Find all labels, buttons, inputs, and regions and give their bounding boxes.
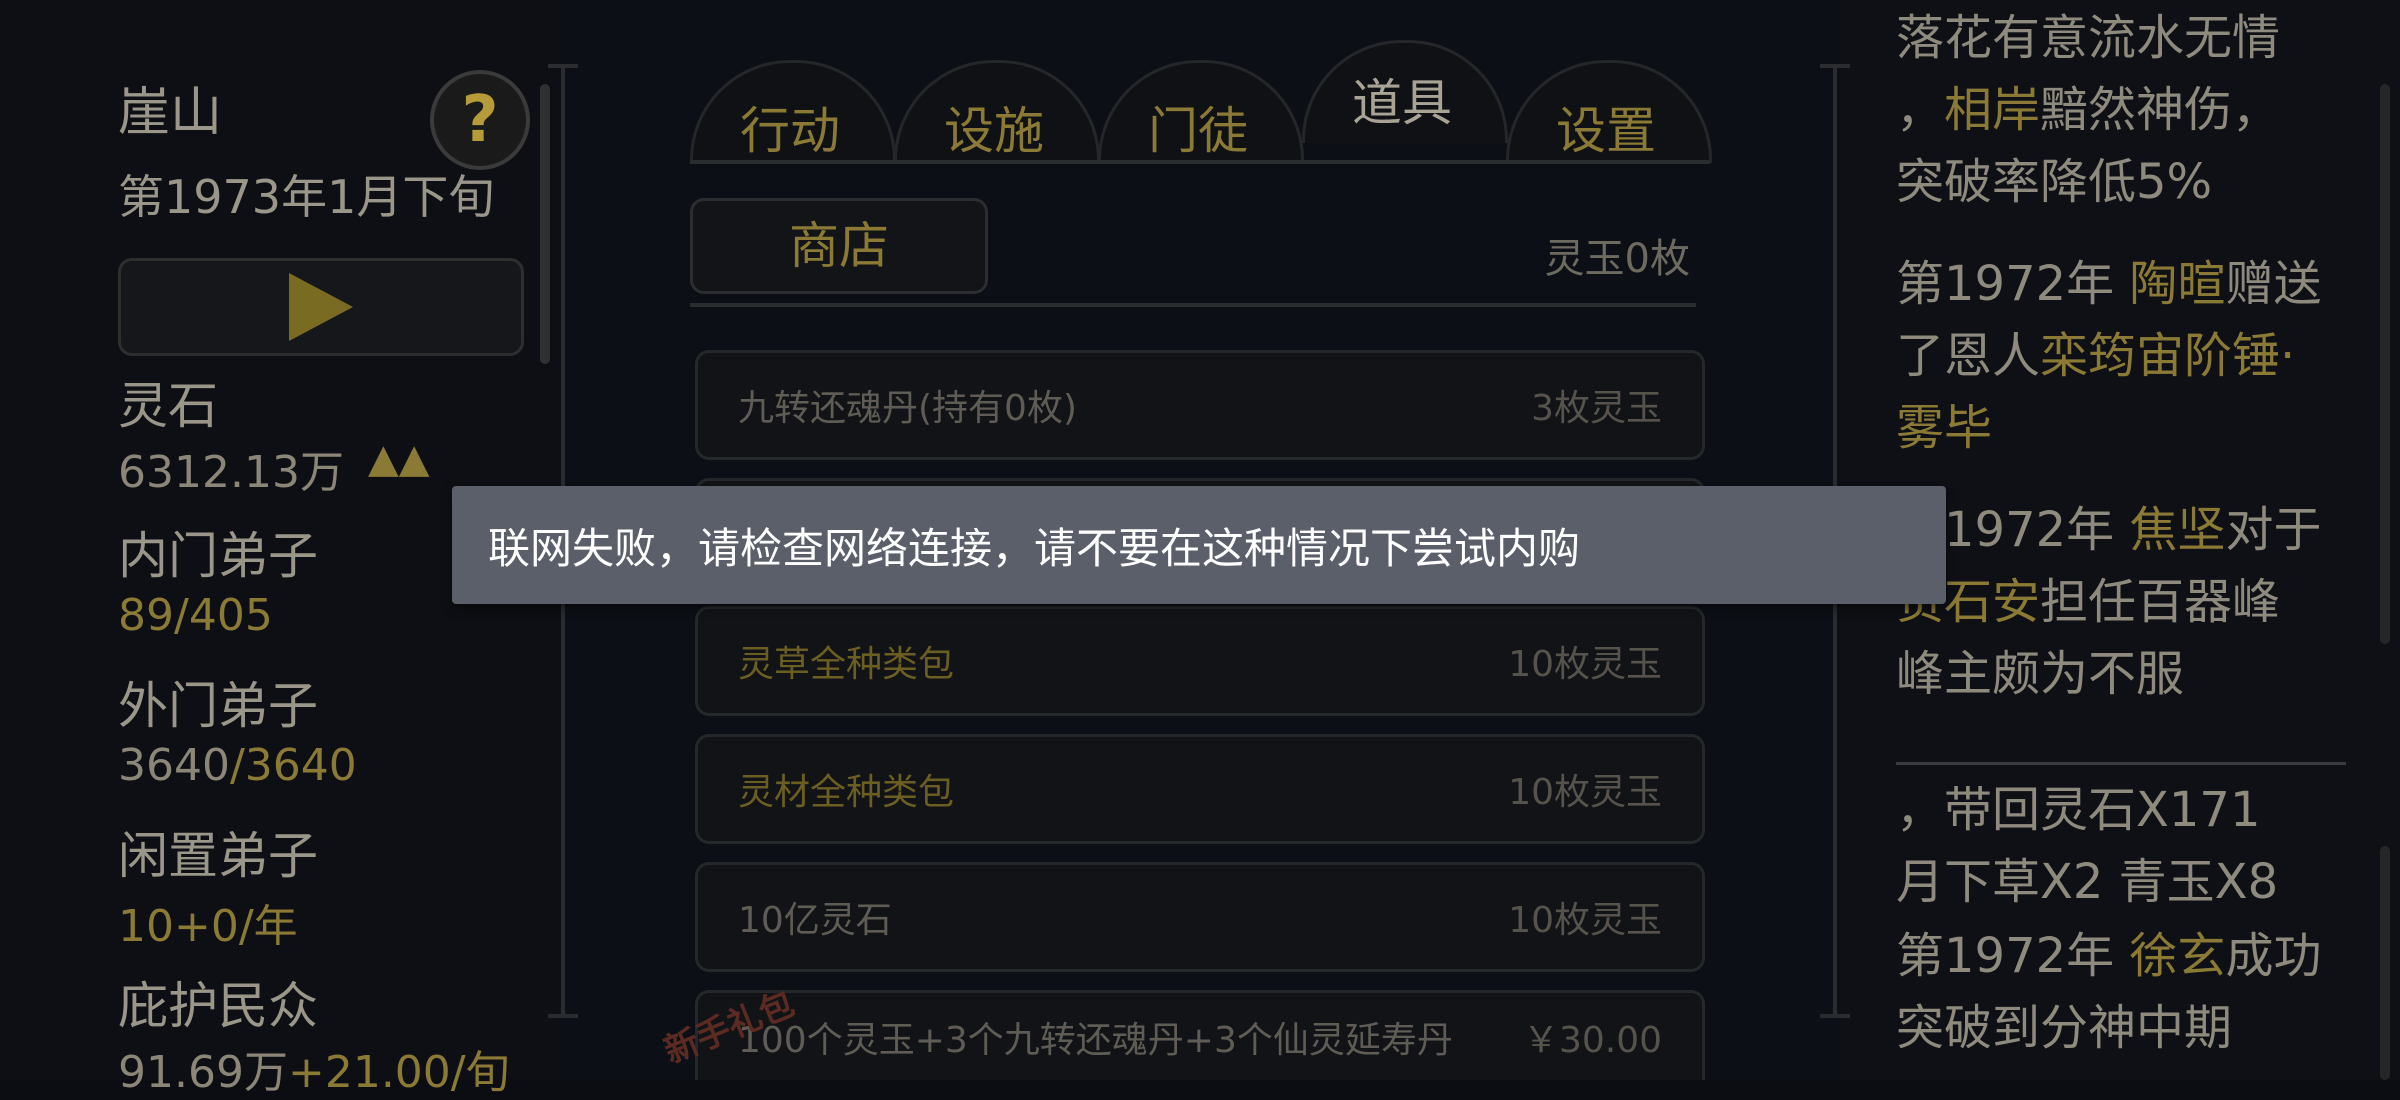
outer-disciples-value: 3640/3640: [118, 740, 357, 791]
log-scrollbar[interactable]: [2380, 84, 2390, 644]
idle-disciples-value: 10+0/年: [118, 901, 298, 952]
tab-settings[interactable]: 设置: [1511, 86, 1701, 176]
item-price: 10枚灵玉: [1508, 900, 1662, 941]
location-name: 崖山: [118, 83, 223, 143]
help-button[interactable]: ?: [430, 70, 530, 170]
play-button[interactable]: [118, 258, 524, 356]
item-name: 10亿灵石: [738, 900, 892, 941]
question-icon: ?: [461, 83, 499, 157]
log-entry: 第1972年 徐玄成功 突破到分神中期: [1896, 928, 2322, 1056]
item-name: 九转还魂丹(持有0枚): [738, 388, 1077, 429]
network-error-toast: 联网失败，请检查网络连接，请不要在这种情况下尝试内购: [452, 486, 1946, 604]
item-name: 灵草全种类包: [738, 644, 955, 685]
log-separator: [1896, 762, 2346, 765]
trend-up-icon: ▲▲: [368, 436, 430, 482]
spirit-stone-value: 6312.13万: [118, 447, 344, 498]
tab-action[interactable]: 行动: [695, 86, 885, 176]
shop-item[interactable]: 九转还魂丹(持有0枚) 3枚灵玉: [695, 350, 1705, 460]
protected-people-value: 91.69万+21.00/旬: [118, 1047, 510, 1098]
protected-people-label: 庇护民众: [118, 977, 318, 1035]
divider-cap: [548, 1014, 578, 1018]
item-price: 10枚灵玉: [1508, 772, 1662, 813]
inner-disciples-value: 89/405: [118, 590, 273, 641]
log-entry: 第1972年 焦坚对于 贡石安担任百器峰 峰主颇为不服: [1896, 502, 2322, 702]
inner-disciples-label: 内门弟子: [118, 527, 318, 585]
game-date: 第1973年1月下旬: [118, 170, 495, 224]
jade-count: 灵玉0枚: [1544, 236, 1690, 282]
log-entry: 落花有意流水无情 ，相岸黯然神伤， 突破率降低5%: [1896, 10, 2281, 210]
item-price: 3枚灵玉: [1531, 388, 1662, 429]
tab-disciples[interactable]: 门徒: [1103, 86, 1293, 176]
shop-button[interactable]: 商店: [690, 198, 988, 294]
idle-disciples-label: 闲置弟子: [118, 827, 318, 885]
item-name: 灵材全种类包: [738, 772, 955, 813]
left-scrollbar[interactable]: [540, 84, 550, 364]
item-name: 100个灵玉+3个九转还魂丹+3个仙灵延寿丹: [738, 1019, 1453, 1061]
tab-facilities[interactable]: 设施: [899, 86, 1089, 176]
shop-item[interactable]: 灵材全种类包 10枚灵玉: [695, 734, 1705, 844]
shop-item[interactable]: 10亿灵石 10枚灵玉: [695, 862, 1705, 972]
shop-item[interactable]: 灵草全种类包 10枚灵玉: [695, 606, 1705, 716]
outer-disciples-label: 外门弟子: [118, 677, 318, 735]
item-price: ￥30.00: [1522, 1019, 1662, 1061]
log-entry: 第1972年 陶暄赠送 了恩人栾筠宙阶锤· 雾毕: [1896, 256, 2322, 456]
item-price: 10枚灵玉: [1508, 644, 1662, 685]
tab-items[interactable]: 道具: [1307, 58, 1497, 148]
spirit-stone-label: 灵石: [118, 377, 218, 435]
log-scrollbar-lower[interactable]: [2380, 846, 2390, 1080]
play-icon: [289, 273, 353, 341]
toast-message: 联网失败，请检查网络连接，请不要在这种情况下尝试内购: [488, 523, 1581, 573]
shop-divider: [690, 303, 1696, 307]
divider-cap: [1820, 1014, 1850, 1018]
shop-item[interactable]: 100个灵玉+3个九转还魂丹+3个仙灵延寿丹 ￥30.00: [695, 990, 1705, 1080]
log-entry: ，带回灵石X171 月下草X2 青玉X8: [1896, 782, 2279, 910]
